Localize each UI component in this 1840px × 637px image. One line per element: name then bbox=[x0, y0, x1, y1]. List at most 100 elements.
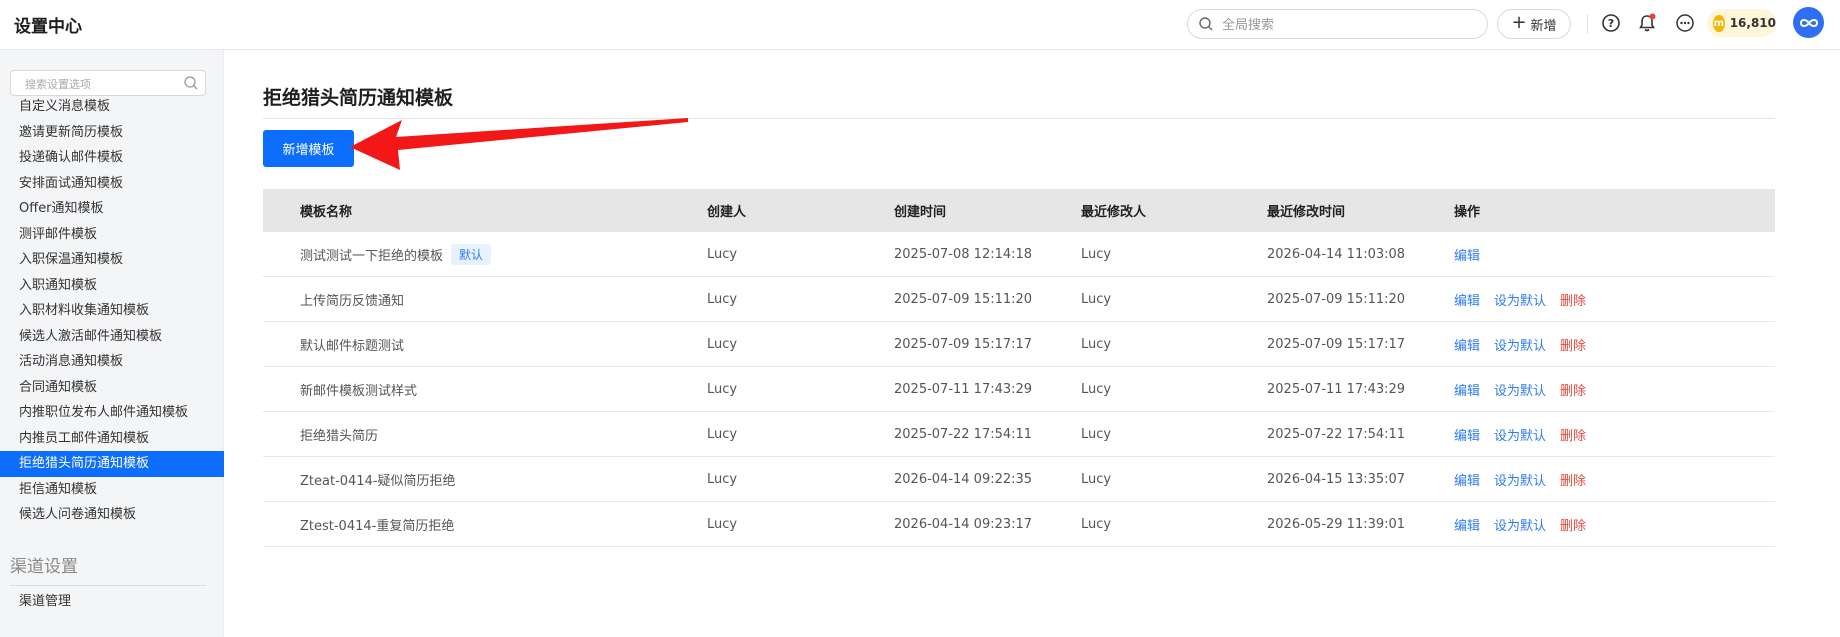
sidebar-item[interactable]: Offer通知模板 bbox=[0, 196, 224, 222]
column-header: 模板名称 bbox=[300, 205, 353, 220]
sidebar-item[interactable]: 测评邮件模板 bbox=[0, 222, 224, 248]
template-name: Ztest-0414-重复简历拒绝 bbox=[300, 518, 455, 534]
template-name: 默认邮件标题测试 bbox=[300, 338, 405, 354]
search-icon bbox=[184, 76, 198, 90]
sidebar-item[interactable]: 候选人激活邮件通知模板 bbox=[0, 324, 224, 350]
sidebar-item[interactable]: 候选人问卷通知模板 bbox=[0, 502, 224, 528]
set-default-link[interactable]: 设为默认 bbox=[1494, 425, 1546, 444]
sidebar-item[interactable]: 邀请更新简历模板 bbox=[0, 120, 224, 146]
edit-link[interactable]: 编辑 bbox=[1454, 380, 1480, 399]
actions-cell: 编辑 设为默认 删除 bbox=[1454, 515, 1775, 534]
set-default-link[interactable]: 设为默认 bbox=[1494, 335, 1546, 354]
modifier-cell: Lucy bbox=[1081, 471, 1112, 487]
delete-link[interactable]: 删除 bbox=[1560, 425, 1586, 444]
set-default-link[interactable]: 设为默认 bbox=[1494, 515, 1546, 534]
set-default-link[interactable]: 设为默认 bbox=[1494, 290, 1546, 309]
modifier-cell: Lucy bbox=[1081, 336, 1112, 352]
creator-cell: Lucy bbox=[707, 471, 738, 487]
new-button-label: 新增 bbox=[1530, 18, 1557, 34]
sidebar-section-title: 渠道设置 bbox=[10, 552, 206, 586]
delete-link[interactable]: 删除 bbox=[1560, 290, 1586, 309]
delete-link[interactable]: 删除 bbox=[1560, 515, 1586, 534]
template-name-cell: 拒绝猎头简历 bbox=[263, 425, 707, 444]
delete-link[interactable]: 删除 bbox=[1560, 335, 1586, 354]
table-row: 新邮件模板测试样式 Lucy 2025-07-11 17:43:29 Lucy 2025… bbox=[263, 367, 1775, 412]
sidebar-menu: 自定义消息模板 邀请更新简历模板 投递确认邮件模板 安排面试通知模板 Offer通知模板… bbox=[0, 94, 224, 528]
sidebar-item[interactable]: 拒绝猎头简历通知模板 bbox=[0, 451, 224, 477]
created-time-cell: 2025-07-22 17:54:11 bbox=[894, 426, 1033, 442]
sidebar-item[interactable]: 安排面试通知模板 bbox=[0, 171, 224, 197]
new-button[interactable]: + 新增 bbox=[1497, 9, 1571, 39]
edit-link[interactable]: 编辑 bbox=[1454, 515, 1480, 534]
global-search[interactable] bbox=[1187, 9, 1488, 39]
delete-link[interactable]: 删除 bbox=[1560, 470, 1586, 489]
coin-icon: m bbox=[1713, 14, 1725, 32]
column-header: 创建人 bbox=[707, 205, 747, 220]
sidebar-item[interactable]: 活动消息通知模板 bbox=[0, 349, 224, 375]
sidebar-item-channel-management[interactable]: 渠道管理 bbox=[19, 590, 71, 609]
actions-cell: 编辑 bbox=[1454, 245, 1775, 264]
modified-time-cell: 2026-05-29 11:39:01 bbox=[1267, 516, 1406, 532]
template-name-cell: Ztest-0414-重复简历拒绝 bbox=[263, 515, 707, 534]
set-default-link[interactable]: 设为默认 bbox=[1494, 380, 1546, 399]
toolbar-divider bbox=[1587, 14, 1588, 34]
table-row: Ztest-0414-重复简历拒绝 Lucy 2026-04-14 09:23:17… bbox=[263, 502, 1775, 547]
edit-link[interactable]: 编辑 bbox=[1454, 470, 1480, 489]
brand-logo-icon bbox=[1799, 18, 1818, 27]
bell-icon[interactable] bbox=[1636, 12, 1658, 34]
global-search-input[interactable] bbox=[1220, 13, 1479, 37]
table-row: 上传简历反馈通知 Lucy 2025-07-09 15:11:20 Lucy 2025-… bbox=[263, 277, 1775, 322]
delete-link[interactable]: 删除 bbox=[1560, 380, 1586, 399]
modified-time-cell: 2026-04-15 13:35:07 bbox=[1267, 471, 1406, 487]
edit-link[interactable]: 编辑 bbox=[1454, 290, 1480, 309]
help-icon[interactable]: ? bbox=[1600, 12, 1622, 34]
edit-link[interactable]: 编辑 bbox=[1454, 335, 1480, 354]
template-name: 上传简历反馈通知 bbox=[300, 293, 405, 309]
sidebar-item[interactable]: 自定义消息模板 bbox=[0, 94, 224, 120]
sidebar-item[interactable]: 内推员工邮件通知模板 bbox=[0, 426, 224, 452]
template-name-cell: 默认邮件标题测试 bbox=[263, 335, 707, 354]
points-badge[interactable]: m 16,810 bbox=[1707, 9, 1776, 37]
more-icon[interactable] bbox=[1674, 12, 1696, 34]
modified-time-cell: 2026-04-14 11:03:08 bbox=[1267, 246, 1406, 262]
set-default-link[interactable]: 设为默认 bbox=[1494, 470, 1546, 489]
template-name: 拒绝猎头简历 bbox=[300, 428, 379, 444]
actions-cell: 编辑 设为默认 删除 bbox=[1454, 290, 1775, 309]
created-time-cell: 2025-07-09 15:11:20 bbox=[894, 291, 1033, 307]
column-header: 创建时间 bbox=[894, 205, 947, 220]
template-name: Zteat-0414-疑似简历拒绝 bbox=[300, 473, 456, 489]
modifier-cell: Lucy bbox=[1081, 381, 1112, 397]
avatar[interactable] bbox=[1793, 7, 1824, 38]
edit-link[interactable]: 编辑 bbox=[1454, 425, 1480, 444]
sidebar-item[interactable]: 合同通知模板 bbox=[0, 375, 224, 401]
search-icon bbox=[1199, 17, 1213, 31]
created-time-cell: 2025-07-08 12:14:18 bbox=[894, 246, 1033, 262]
add-template-button[interactable]: 新增模板 bbox=[263, 130, 354, 167]
sidebar-item[interactable]: 投递确认邮件模板 bbox=[0, 145, 224, 171]
creator-cell: Lucy bbox=[707, 516, 738, 532]
modified-time-cell: 2025-07-22 17:54:11 bbox=[1267, 426, 1406, 442]
sidebar: 自定义消息模板邀请更新简历模板投递确认邮件模板安排面试通知模板Offer通知模板… bbox=[0, 50, 224, 637]
creator-cell: Lucy bbox=[707, 381, 738, 397]
template-name-cell: 上传简历反馈通知 bbox=[263, 290, 707, 309]
table-row: Zteat-0414-疑似简历拒绝 Lucy 2026-04-14 09:22:35… bbox=[263, 457, 1775, 502]
sidebar-item[interactable]: 内推职位发布人邮件通知模板 bbox=[0, 400, 224, 426]
template-name-cell: Zteat-0414-疑似简历拒绝 bbox=[263, 470, 707, 489]
created-time-cell: 2025-07-09 15:17:17 bbox=[894, 336, 1033, 352]
sidebar-search-input[interactable] bbox=[23, 74, 177, 94]
creator-cell: Lucy bbox=[707, 336, 738, 352]
actions-cell: 编辑 设为默认 删除 bbox=[1454, 425, 1775, 444]
sidebar-item[interactable]: 入职保温通知模板 bbox=[0, 247, 224, 273]
annotation-arrow-icon bbox=[350, 118, 688, 170]
sidebar-item[interactable]: 入职通知模板 bbox=[0, 273, 224, 299]
column-header: 最近修改时间 bbox=[1267, 205, 1346, 220]
sidebar-search[interactable] bbox=[10, 70, 206, 96]
edit-link[interactable]: 编辑 bbox=[1454, 245, 1480, 264]
creator-cell: Lucy bbox=[707, 291, 738, 307]
table-body: 测试测试一下拒绝的模板 默认 Lucy 2025-07-08 12:14:18 Lucy… bbox=[263, 232, 1775, 547]
page-title: 拒绝猎头简历通知模板 bbox=[263, 87, 454, 109]
created-time-cell: 2025-07-11 17:43:29 bbox=[894, 381, 1033, 397]
sidebar-item[interactable]: 拒信通知模板 bbox=[0, 477, 224, 503]
actions-cell: 编辑 设为默认 删除 bbox=[1454, 380, 1775, 399]
sidebar-item[interactable]: 入职材料收集通知模板 bbox=[0, 298, 224, 324]
